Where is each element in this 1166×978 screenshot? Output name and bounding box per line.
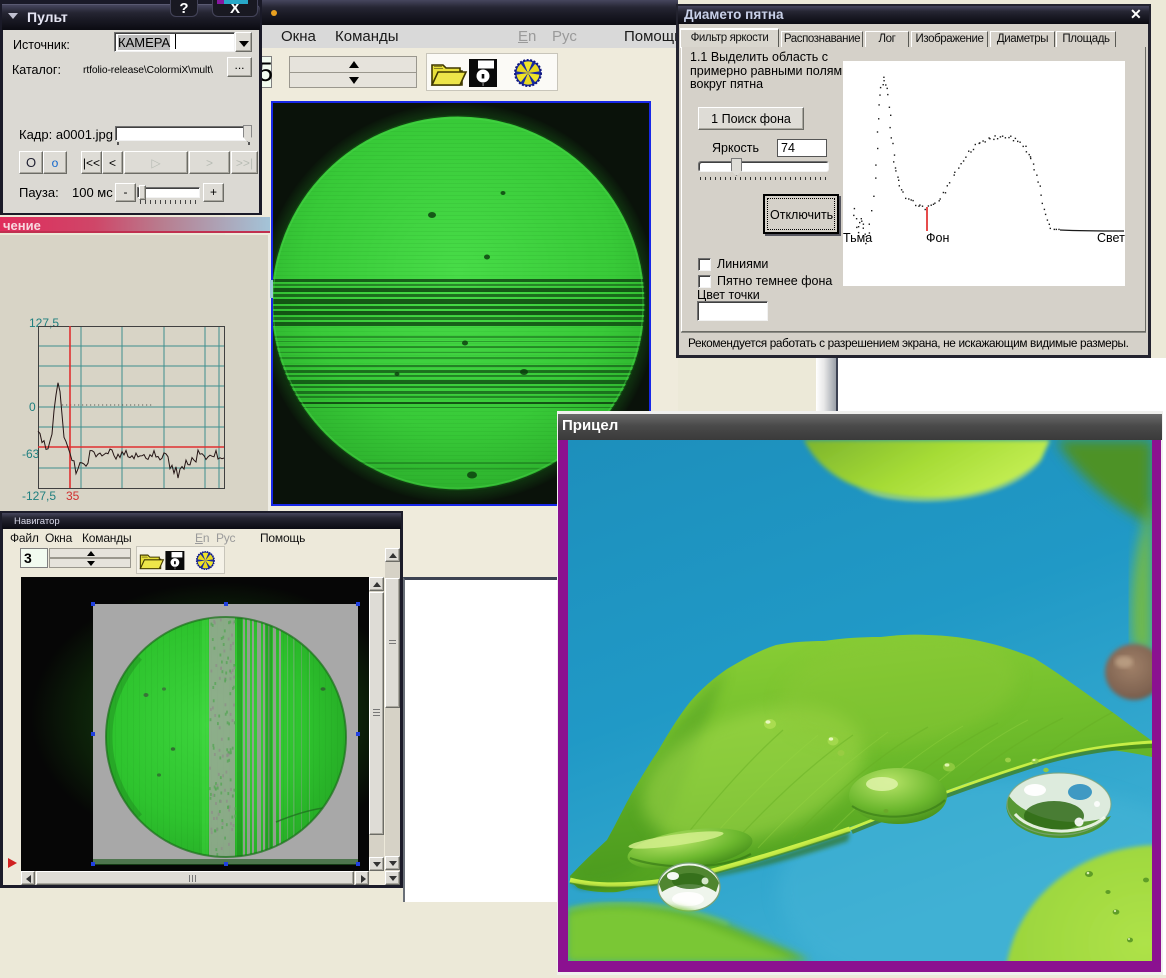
svg-text:-63: -63 — [22, 447, 40, 461]
svg-text:-127,5: -127,5 — [22, 489, 56, 503]
svg-text:35: 35 — [66, 489, 80, 503]
svg-text:127,5: 127,5 — [29, 316, 59, 330]
svg-text:0: 0 — [29, 400, 36, 414]
